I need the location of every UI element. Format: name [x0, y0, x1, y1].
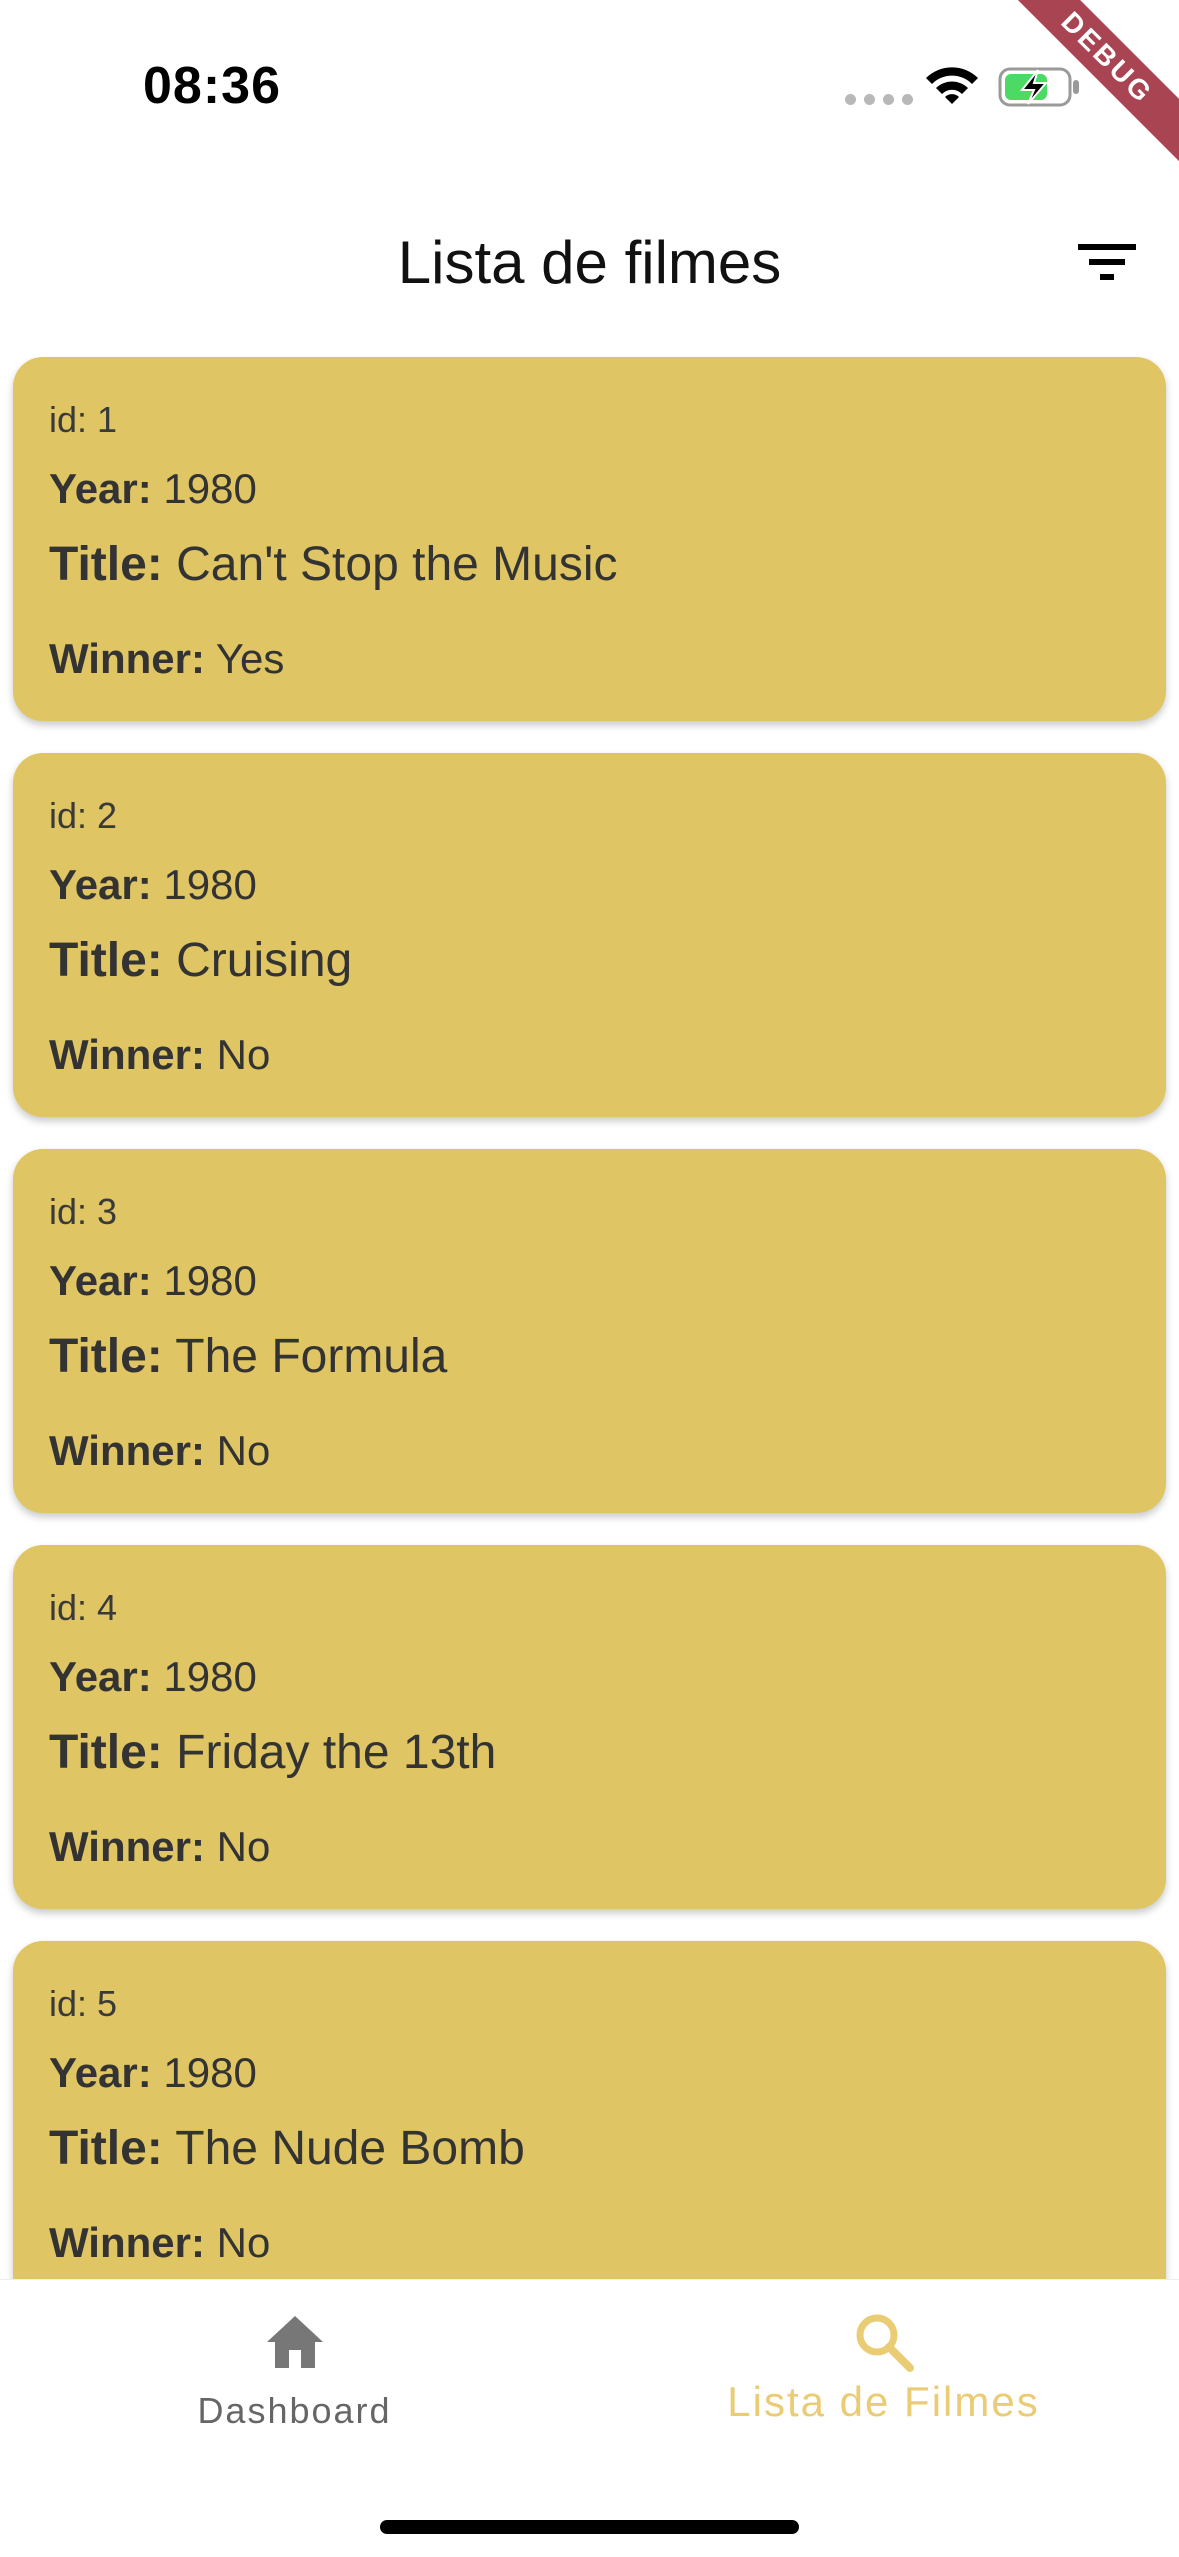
- nav-item-dashboard[interactable]: Dashboard: [0, 2280, 589, 2480]
- wifi-icon: [926, 67, 978, 104]
- home-indicator[interactable]: [380, 2520, 799, 2534]
- movie-year: Year: 1980: [49, 1257, 257, 1304]
- movie-title: Title: The Nude Bomb: [49, 2122, 525, 2175]
- movie-year: Year: 1980: [49, 1653, 257, 1700]
- movie-id: id: 2: [49, 795, 118, 836]
- nav-item-lista-de-filmes[interactable]: Lista de Filmes: [589, 2280, 1178, 2480]
- movie-card[interactable]: id: 2 Year: 1980 Title: Cruising Winner:…: [13, 753, 1166, 1117]
- movie-title: Title: Can't Stop the Music: [49, 538, 618, 591]
- movie-winner: Winner: No: [49, 1031, 271, 1078]
- movie-title: Title: Cruising: [49, 934, 353, 987]
- app-bar: Lista de filmes: [0, 200, 1179, 330]
- movie-list[interactable]: id: 1 Year: 1980 Title: Can't Stop the M…: [0, 357, 1179, 2279]
- movie-winner: Winner: No: [49, 1427, 271, 1474]
- movie-id: id: 5: [49, 1983, 118, 2024]
- status-time: 08:36: [143, 57, 281, 115]
- movie-title: Title: The Formula: [49, 1330, 448, 1383]
- movie-year: Year: 1980: [49, 2049, 257, 2096]
- nav-label-dashboard: Dashboard: [197, 2390, 392, 2431]
- search-icon: [856, 2314, 914, 2372]
- movie-year: Year: 1980: [49, 465, 257, 512]
- movie-winner: Winner: No: [49, 2219, 271, 2266]
- bottom-navigation-bar: Dashboard Lista de Filmes: [0, 2279, 1179, 2557]
- movie-card[interactable]: id: 3 Year: 1980 Title: The Formula Winn…: [13, 1149, 1166, 1513]
- filter-icon[interactable]: [1074, 240, 1140, 284]
- movie-title: Title: Friday the 13th: [49, 1726, 497, 1779]
- movie-card[interactable]: id: 4 Year: 1980 Title: Friday the 13th …: [13, 1545, 1166, 1909]
- movie-card[interactable]: id: 5 Year: 1980 Title: The Nude Bomb Wi…: [13, 1941, 1166, 2279]
- movie-id: id: 1: [49, 399, 118, 440]
- movie-year: Year: 1980: [49, 861, 257, 908]
- movie-id: id: 4: [49, 1587, 118, 1628]
- status-bar: 08:36: [0, 0, 1179, 150]
- movie-id: id: 3: [49, 1191, 118, 1232]
- movie-winner: Winner: No: [49, 1823, 271, 1870]
- home-icon: [266, 2316, 323, 2368]
- movie-card[interactable]: id: 1 Year: 1980 Title: Can't Stop the M…: [13, 357, 1166, 721]
- cellular-signal-icon: [845, 94, 913, 105]
- page-title: Lista de filmes: [397, 229, 782, 296]
- movie-winner: Winner: Yes: [49, 635, 285, 682]
- nav-label-lista-de-filmes: Lista de Filmes: [727, 2378, 1040, 2425]
- battery-charging-icon: [998, 67, 1079, 107]
